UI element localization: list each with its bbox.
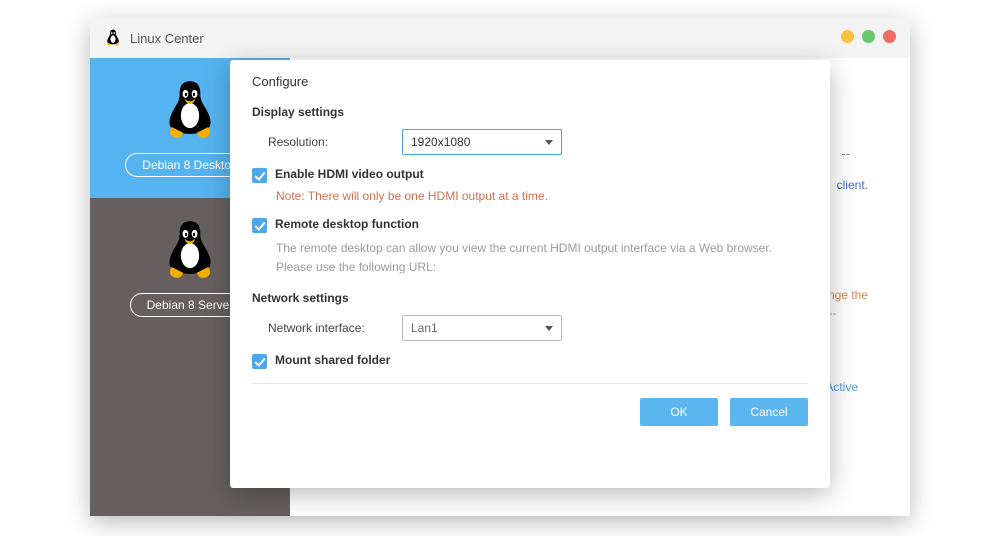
iface-row: Network interface: Lan1 bbox=[252, 315, 808, 341]
resolution-label: Resolution: bbox=[252, 135, 402, 149]
tux-icon bbox=[162, 219, 218, 283]
checkbox-checked-icon[interactable] bbox=[252, 168, 267, 183]
app-title: Linux Center bbox=[130, 31, 204, 46]
rdp-label: Remote desktop function bbox=[275, 217, 419, 231]
status-badge: Active bbox=[825, 380, 858, 394]
chevron-down-icon bbox=[545, 140, 553, 145]
rdp-checkbox-row[interactable]: Remote desktop function bbox=[252, 217, 808, 233]
cancel-button[interactable]: Cancel bbox=[730, 398, 808, 426]
titlebar: Linux Center bbox=[90, 18, 910, 58]
minimize-button[interactable] bbox=[841, 30, 854, 43]
iface-label: Network interface: bbox=[252, 321, 402, 335]
tux-icon bbox=[162, 79, 218, 143]
hdmi-note: Note: There will only be one HDMI output… bbox=[252, 189, 808, 203]
close-button[interactable] bbox=[883, 30, 896, 43]
ok-button[interactable]: OK bbox=[640, 398, 718, 426]
iface-value: Lan1 bbox=[411, 321, 438, 335]
resolution-select[interactable]: 1920x1080 bbox=[402, 129, 562, 155]
divider bbox=[252, 383, 808, 384]
hdmi-checkbox-row[interactable]: Enable HDMI video output bbox=[252, 167, 808, 183]
dialog-footer: OK Cancel bbox=[252, 398, 808, 426]
configure-dialog: Configure Display settings Resolution: 1… bbox=[230, 60, 830, 488]
value-placeholder: -- bbox=[841, 146, 850, 161]
maximize-button[interactable] bbox=[862, 30, 875, 43]
dialog-title: Configure bbox=[252, 74, 808, 89]
window-controls bbox=[841, 30, 896, 43]
chevron-down-icon bbox=[545, 326, 553, 331]
checkbox-checked-icon[interactable] bbox=[252, 354, 267, 369]
mount-checkbox-row[interactable]: Mount shared folder bbox=[252, 353, 808, 369]
mount-label: Mount shared folder bbox=[275, 353, 390, 367]
resolution-row: Resolution: 1920x1080 bbox=[252, 129, 808, 155]
hdmi-label: Enable HDMI video output bbox=[275, 167, 424, 181]
network-section-label: Network settings bbox=[252, 291, 808, 305]
client-hint: client. bbox=[837, 178, 868, 192]
app-icon bbox=[104, 29, 122, 47]
resolution-value: 1920x1080 bbox=[411, 135, 470, 149]
checkbox-checked-icon[interactable] bbox=[252, 218, 267, 233]
rdp-help: The remote desktop can allow you view th… bbox=[252, 239, 808, 277]
iface-select[interactable]: Lan1 bbox=[402, 315, 562, 341]
display-section-label: Display settings bbox=[252, 105, 808, 119]
